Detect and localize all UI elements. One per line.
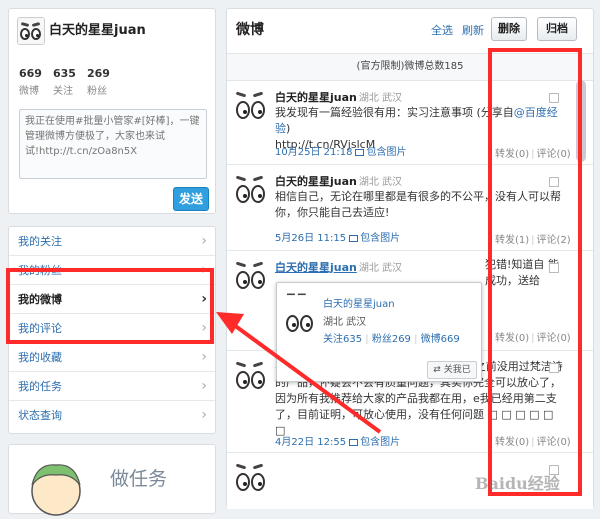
stat-weibo[interactable]: 669 微博 <box>19 67 42 97</box>
popup-follow-label: 关我已 <box>443 365 471 375</box>
popup-follow-button[interactable]: ⇄ 关我已 <box>427 361 477 379</box>
stat-fans-label: 粉丝 <box>87 86 107 97</box>
stat-weibo-count: 669 <box>19 67 42 80</box>
stat-following-count: 635 <box>53 67 76 80</box>
compose-input[interactable] <box>19 109 207 179</box>
sidebar-item-following[interactable]: 我的关注 › <box>9 227 215 256</box>
sidebar-item-label: 我的关注 <box>18 235 62 248</box>
annotation-box-actions-column <box>488 48 582 496</box>
image-icon <box>355 148 365 156</box>
sidebar-item-status[interactable]: 状态查询 › <box>9 401 215 430</box>
popup-weibo[interactable]: 微博669 <box>421 334 460 345</box>
annotation-arrow-icon <box>216 312 382 434</box>
task-title: 做任务 <box>110 468 168 490</box>
stat-following-label: 关注 <box>53 86 73 97</box>
stat-weibo-label: 微博 <box>19 86 39 97</box>
post-time[interactable]: 5月26日 11:15 <box>275 233 346 244</box>
stat-following[interactable]: 635 关注 <box>53 67 76 97</box>
select-all-link[interactable]: 全选 <box>431 22 453 38</box>
annotation-box-my-weibo <box>6 268 214 344</box>
sidebar-item-favorites[interactable]: 我的收藏 › <box>9 343 215 372</box>
post-author[interactable]: 白天的星星juan 湖北 武汉 <box>275 173 402 189</box>
post-meta: 5月26日 11:15 包含图片 <box>275 229 400 244</box>
profile-name[interactable]: 白天的星星juan <box>49 19 146 38</box>
post-text-end: ) <box>286 122 291 135</box>
stat-fans-count: 269 <box>87 67 110 80</box>
sidebar-item-label: 我的收藏 <box>18 351 62 364</box>
post-location: 湖北 武汉 <box>358 177 403 188</box>
post-author-name[interactable]: 白天的星星juan <box>275 175 357 188</box>
archive-button[interactable]: 归档 <box>537 17 577 41</box>
post-author[interactable]: 白天的星星juan 湖北 武汉 <box>275 89 402 105</box>
send-button[interactable]: 发送 <box>173 187 209 211</box>
post-avatar[interactable] <box>235 261 267 295</box>
watermark: Baidu经验 <box>475 474 560 493</box>
sidebar-item-label: 我的任务 <box>18 380 62 393</box>
post-author-name[interactable]: 白天的星星juan <box>275 91 357 104</box>
post-time[interactable]: 10月25日 21:18 <box>275 147 352 158</box>
post-image-label[interactable]: 包含图片 <box>360 233 400 244</box>
post-text-body: 我发现有一篇经验很有用：实习注意事项 (分享自 <box>275 106 514 119</box>
post-avatar[interactable] <box>235 175 267 209</box>
sidebar-item-label: 状态查询 <box>18 409 62 422</box>
profile-avatar[interactable] <box>17 17 45 45</box>
sidebar-item-tasks[interactable]: 我的任务 › <box>9 372 215 401</box>
chevron-right-icon: › <box>201 233 207 249</box>
chevron-right-icon: › <box>201 407 207 423</box>
cartoon-character-icon <box>31 464 81 516</box>
post-location: 湖北 武汉 <box>358 93 403 104</box>
stat-fans[interactable]: 269 粉丝 <box>87 67 110 97</box>
chevron-right-icon: › <box>201 378 207 394</box>
post-location: 湖北 武汉 <box>358 263 403 274</box>
post-author-name[interactable]: 白天的星星juan <box>275 261 357 274</box>
chevron-right-icon: › <box>201 349 207 365</box>
post-meta: 10月25日 21:18 包含图片 <box>275 143 406 158</box>
post-avatar[interactable] <box>235 463 267 497</box>
profile-card: 白天的星星juan 669 微博 635 关注 269 粉丝 发送 <box>8 8 216 214</box>
post-author[interactable]: 白天的星星juan 湖北 武汉 <box>275 259 402 275</box>
page-title: 微博 <box>236 22 264 38</box>
post-image-label[interactable]: 包含图片 <box>366 147 406 158</box>
delete-button[interactable]: 删除 <box>491 17 527 41</box>
post-avatar[interactable] <box>235 91 267 125</box>
refresh-link[interactable]: 刷新 <box>462 22 484 38</box>
image-icon <box>349 234 359 242</box>
